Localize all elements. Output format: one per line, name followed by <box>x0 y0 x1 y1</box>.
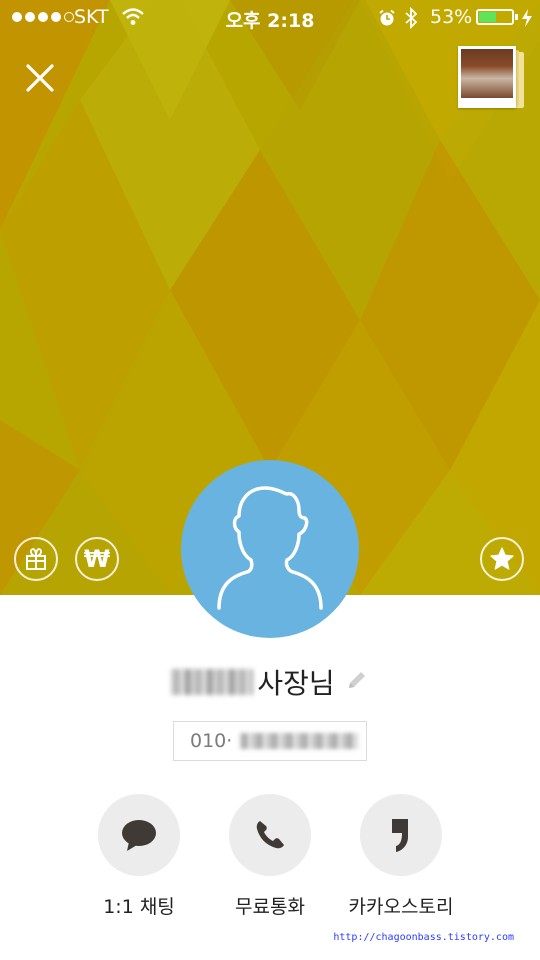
free-call-button[interactable] <box>229 794 311 876</box>
chat-label: 1:1 채팅 <box>103 896 175 918</box>
default-profile-icon <box>217 486 323 610</box>
phone-prefix: 010· <box>190 730 233 752</box>
redacted-name <box>171 669 254 695</box>
pay-button[interactable]: ₩ <box>75 537 119 581</box>
chat-action[interactable]: 1:1 채팅 <box>74 794 204 919</box>
kakaostory-label: 카카오스토리 <box>348 896 454 918</box>
gift-icon <box>26 548 46 570</box>
star-icon <box>490 547 514 570</box>
close-button[interactable] <box>20 58 60 98</box>
profile-screen: SKT 오후 2:18 53% ₩ 사장님 010· 1:1 채팅 무료통화 카… <box>0 0 540 960</box>
gift-button[interactable] <box>14 537 58 581</box>
profile-name: 사장님 <box>171 662 335 702</box>
status-bar: SKT 오후 2:18 53% <box>0 0 540 36</box>
chat-bubble-icon <box>122 820 156 851</box>
battery-cap <box>515 14 518 20</box>
chat-button[interactable] <box>98 794 180 876</box>
won-icon: ₩ <box>83 545 111 573</box>
profile-name-row: 사장님 <box>0 660 540 704</box>
free-call-action[interactable]: 무료통화 <box>205 794 335 919</box>
battery-level <box>479 12 496 22</box>
battery-icon <box>476 9 514 25</box>
quote-icon <box>392 819 408 852</box>
redacted-phone <box>240 733 359 749</box>
profile-name-suffix: 사장님 <box>257 667 335 700</box>
charging-icon <box>521 8 533 33</box>
avatar[interactable] <box>181 460 359 638</box>
battery-percent: 53% <box>430 6 473 28</box>
close-icon <box>26 64 54 92</box>
bluetooth-icon <box>404 6 418 34</box>
photo-thumbnail <box>458 46 516 108</box>
phone-icon <box>256 821 284 849</box>
pencil-icon <box>348 672 365 688</box>
kakaostory-button[interactable] <box>360 794 442 876</box>
alarm-icon <box>378 9 396 32</box>
kakaostory-action[interactable]: 카카오스토리 <box>336 794 466 919</box>
phone-number[interactable]: 010· <box>173 721 367 761</box>
profile-photo-album[interactable] <box>458 46 528 112</box>
free-call-label: 무료통화 <box>235 896 305 918</box>
watermark: http://chagoonbass.tistory.com <box>333 932 514 943</box>
edit-name-button[interactable] <box>345 668 369 696</box>
favorite-button[interactable] <box>480 537 524 581</box>
